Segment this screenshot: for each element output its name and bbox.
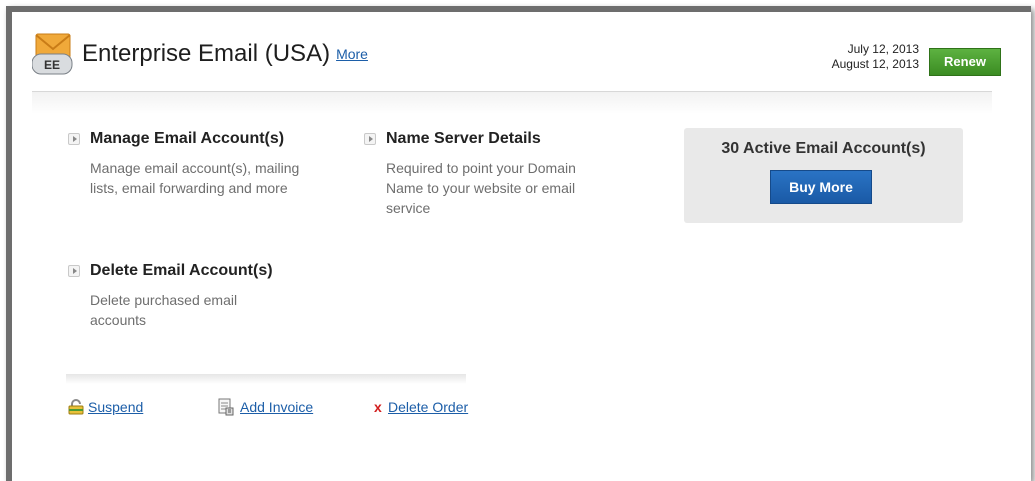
manage-email-description: Manage email account(s), mailing lists, … (90, 160, 300, 196)
renew-button[interactable]: Renew (929, 48, 1001, 76)
start-date: July 12, 2013 (847, 42, 919, 56)
order-header: EE Enterprise Email (USA) More July 12, 2… (12, 12, 1031, 92)
header-shadow (32, 92, 992, 114)
arrow-right-icon (68, 265, 80, 277)
arrow-right-icon (364, 133, 376, 145)
invoice-icon (218, 398, 234, 416)
add-invoice-link[interactable]: Add Invoice (240, 399, 313, 415)
footer-divider (66, 374, 466, 384)
x-icon: x (374, 399, 382, 415)
order-panel: EE Enterprise Email (USA) More July 12, 2… (6, 6, 1031, 481)
delete-email-link[interactable]: Delete Email Account(s) (90, 262, 273, 280)
active-accounts-count: 30 Active Email Account(s) (721, 140, 926, 157)
expiry-date: August 12, 2013 (831, 57, 919, 71)
name-server-description: Required to point your Domain Name to yo… (386, 160, 576, 216)
manage-email-link[interactable]: Manage Email Account(s) (90, 130, 284, 148)
delete-order-link[interactable]: Delete Order (388, 399, 468, 415)
buy-more-button[interactable]: Buy More (770, 170, 872, 204)
active-accounts-panel: 30 Active Email Account(s) Buy More (684, 128, 963, 223)
lock-icon (68, 399, 84, 415)
product-title: Enterprise Email (USA) (82, 40, 331, 67)
suspend-link[interactable]: Suspend (88, 399, 143, 415)
arrow-right-icon (68, 133, 80, 145)
name-server-link[interactable]: Name Server Details (386, 130, 541, 148)
envelope-icon: EE (32, 33, 73, 75)
page-title: Enterprise Email (USA) More (82, 40, 368, 68)
name-server-action[interactable]: Name Server Details Required to point yo… (364, 130, 604, 220)
more-link[interactable]: More (336, 46, 368, 62)
order-dates: July 12, 2013 August 12, 2013 (832, 42, 919, 72)
delete-email-description: Delete purchased email accounts (90, 292, 238, 328)
manage-email-action[interactable]: Manage Email Account(s) Manage email acc… (68, 130, 308, 220)
icon-badge-text: EE (44, 58, 60, 72)
delete-email-action[interactable]: Delete Email Account(s) Delete purchased… (68, 262, 308, 332)
